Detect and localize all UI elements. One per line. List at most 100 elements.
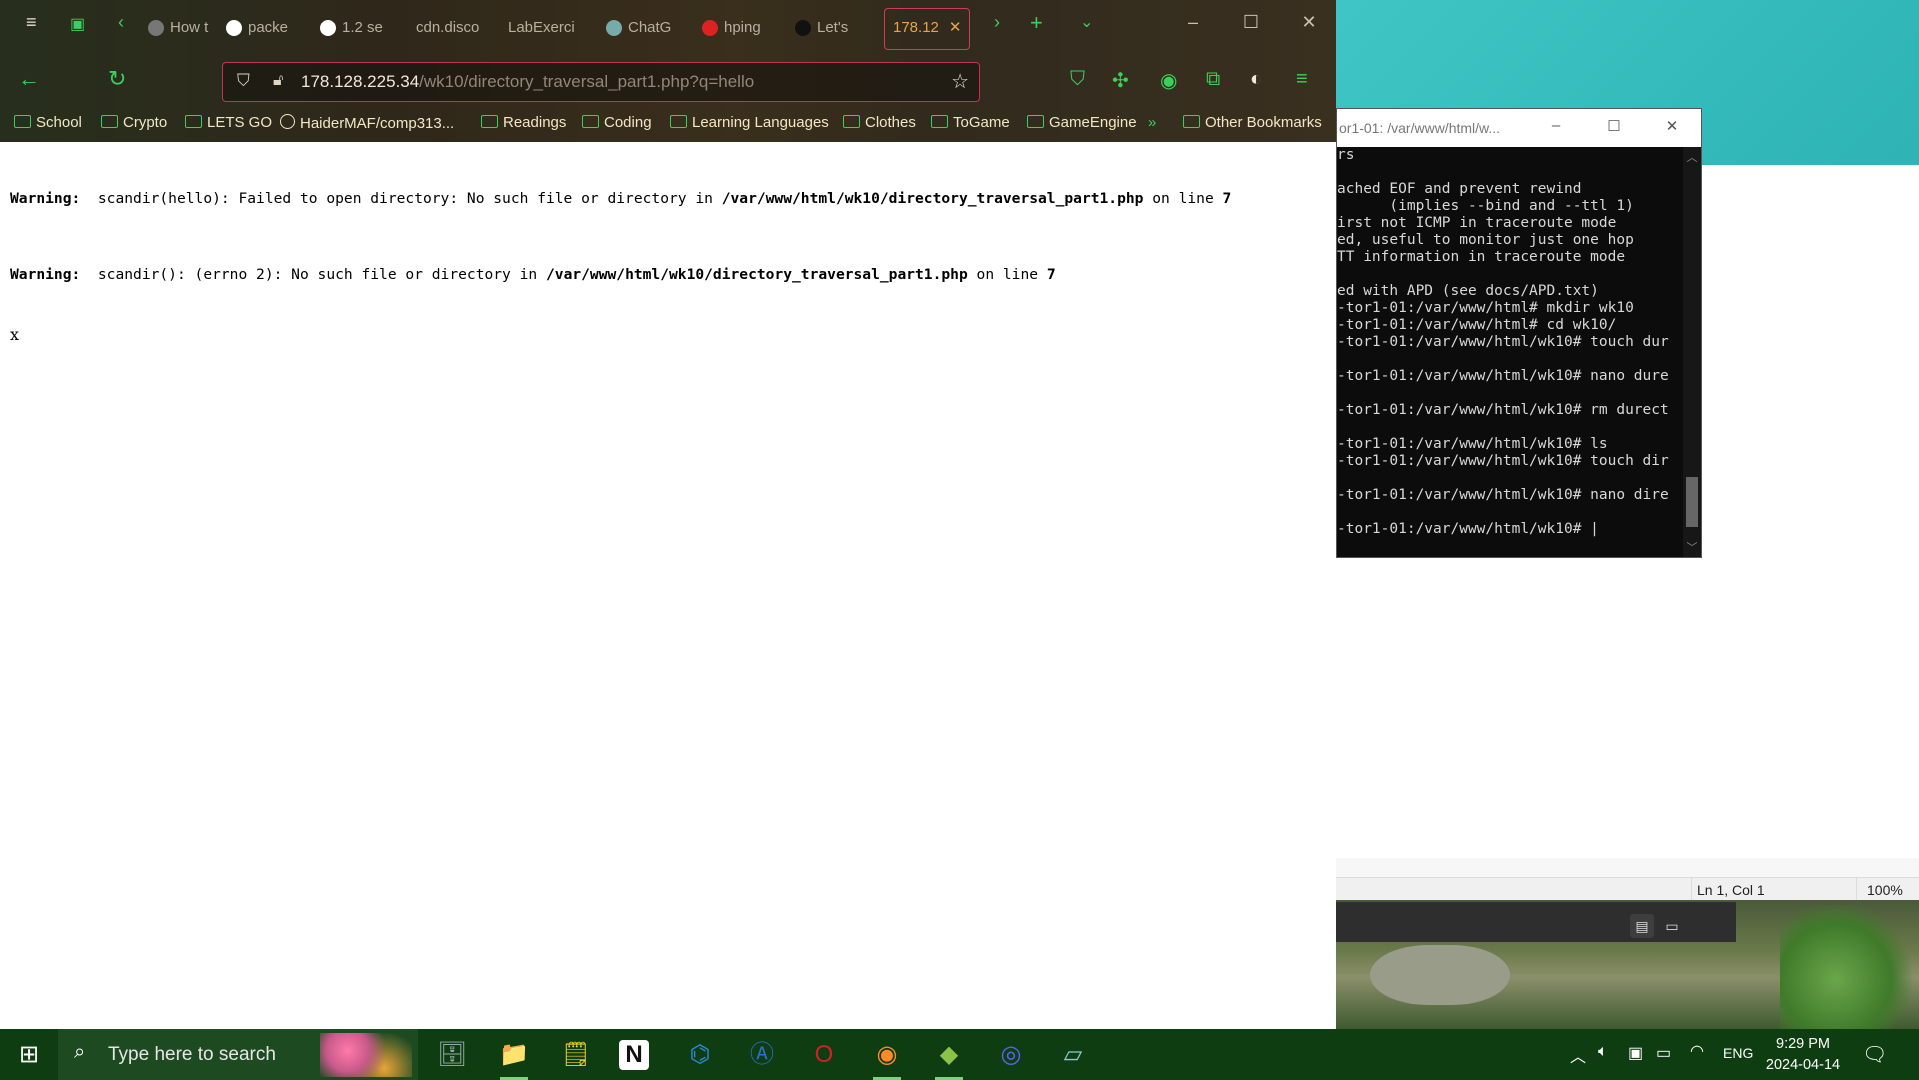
firefox-icon[interactable]: ◉ [868, 1036, 906, 1080]
tab[interactable]: 1.2 se [320, 12, 392, 44]
bookmark-item[interactable]: HaiderMAF/comp313... [280, 114, 454, 132]
extensions-icon[interactable]: ⧉ [1206, 68, 1220, 91]
taskbar: ⊞ ⌕ Type here to search 🗄 📁 🗒 N ⌬ Ⓐ O ◉ ◆ ◎ ▱ ︿ 🔈︎… [0, 1029, 1919, 1080]
terminal-line: -tor1-01:/var/www/html/wk10# | [1337, 521, 1599, 537]
tab-label: ChatG [628, 19, 672, 37]
zoom-level: 100% [1867, 882, 1903, 898]
terminal-line: irst not ICMP in traceroute mode [1337, 215, 1617, 231]
app-store-icon[interactable]: Ⓐ [743, 1036, 781, 1074]
terminal-line: -tor1-01:/var/www/html/wk10# touch dur [1337, 334, 1669, 350]
bookmark-item[interactable]: ToGame [931, 114, 1010, 131]
search-box[interactable]: ⌕ Type here to search [58, 1029, 418, 1080]
tab-scroll-right-icon[interactable]: › [994, 12, 1000, 33]
git-tool-icon[interactable]: ◆ [930, 1036, 968, 1080]
clock-date: 2024-04-14 [1765, 1057, 1841, 1073]
bookmark-item[interactable]: LETS GO [185, 114, 272, 131]
bookmark-star-icon[interactable]: ☆ [951, 69, 969, 94]
device-icon[interactable]: ▣ [1628, 1043, 1643, 1063]
bookmark-label: ToGame [953, 114, 1010, 131]
php-warning: Warning: scandir(hello): Failed to open … [10, 190, 1232, 207]
tab-close-icon[interactable]: ✕ [949, 19, 962, 36]
terminal-line: ed, useful to monitor just one hop [1337, 232, 1634, 248]
start-button[interactable]: ⊞ [0, 1029, 58, 1080]
terminal-scrollbar[interactable]: ︿ ﹀ [1683, 147, 1701, 557]
reload-icon[interactable]: ↻ [108, 66, 126, 92]
battery-icon[interactable]: ▭ [1656, 1043, 1671, 1063]
shield-icon[interactable]: ⛉ [237, 71, 250, 91]
bookmark-item[interactable]: School [14, 114, 82, 131]
terminal-window[interactable]: or1-01: /var/www/html/w... – ☐ ✕ rs ache… [1336, 108, 1702, 558]
tab-list-icon[interactable]: ⌄ [1080, 12, 1093, 32]
terminal-line: TT information in traceroute mode [1337, 249, 1626, 265]
tray-expand-icon[interactable]: ︿ [1570, 1043, 1586, 1067]
bookmark-item[interactable]: Readings [481, 114, 566, 131]
notepad-horizontal-scrollbar[interactable] [1336, 858, 1919, 878]
terminal-line: -tor1-01:/var/www/html/wk10# ls [1337, 436, 1608, 452]
notion-icon[interactable]: N [619, 1040, 649, 1070]
sticky-notes-icon[interactable]: 🗒 [557, 1036, 595, 1074]
database-app-icon[interactable]: 🗄 [433, 1036, 471, 1074]
scroll-thumb[interactable] [1686, 477, 1698, 527]
bookmark-item[interactable]: Clothes [843, 114, 916, 131]
address-bar[interactable]: ⛉ 🔓︎ 178.128.225.34/wk10/directory_trave… [222, 62, 980, 102]
tab[interactable]: cdn.disco [416, 12, 488, 44]
terminal-titlebar[interactable]: or1-01: /var/www/html/w... – ☐ ✕ [1337, 109, 1701, 147]
bookmark-label: Crypto [123, 114, 168, 131]
account-icon[interactable]: ◉ [1160, 68, 1177, 93]
pocket-icon[interactable]: ⛉ [1070, 68, 1085, 91]
other-bookmarks[interactable]: Other Bookmarks [1183, 114, 1322, 131]
window-preview-icon[interactable]: ▭ [1660, 914, 1684, 938]
file-explorer-icon[interactable]: 📁 [495, 1036, 533, 1080]
vscode-icon[interactable]: ⌬ [681, 1036, 719, 1074]
tab-strip: ≡ ▣ ‹ How t packe 1.2 se cdn.disco LabExerci… [0, 0, 1336, 56]
extension-icon[interactable]: ✣ [1112, 68, 1129, 93]
bookmark-item[interactable]: GameEngine [1027, 114, 1137, 131]
search-placeholder: Type here to search [108, 1044, 276, 1065]
folder-icon [843, 115, 860, 128]
discord-icon[interactable]: ◎ [992, 1036, 1030, 1074]
tab-label: Let's [817, 19, 849, 37]
bookmark-item[interactable]: Learning Languages [670, 114, 829, 131]
close-icon[interactable]: ✕ [1294, 12, 1324, 33]
tab-active[interactable]: 178.12 ✕ [884, 8, 971, 50]
browser-window[interactable]: ≡ ▣ ‹ How t packe 1.2 se cdn.disco LabExerci… [0, 0, 1336, 1029]
back-icon[interactable]: ← [18, 66, 40, 92]
theme-icon[interactable]: ◐ [1250, 68, 1262, 91]
minimize-icon[interactable]: – [1541, 117, 1571, 134]
wifi-icon[interactable]: ◠ [1690, 1041, 1704, 1061]
app-menu-icon[interactable]: ≡ [1296, 68, 1308, 91]
tab-scroll-left-icon[interactable]: ‹ [118, 12, 124, 33]
sidebar-icon[interactable]: ▣ [70, 14, 85, 34]
bookmark-item[interactable]: Coding [582, 114, 652, 131]
lock-icon[interactable]: 🔓︎ [273, 72, 283, 90]
panel-toggle-icon[interactable]: ▤ [1630, 914, 1654, 938]
language-indicator[interactable]: ENG [1723, 1045, 1753, 1061]
terminal-line: -tor1-01:/var/www/html/wk10# rm durect [1337, 402, 1669, 418]
clock[interactable]: 9:29 PM 2024-04-14 [1760, 1034, 1846, 1076]
tab[interactable]: ChatG [606, 12, 678, 44]
minimize-icon[interactable]: – [1178, 12, 1208, 33]
maximize-icon[interactable]: ☐ [1236, 12, 1266, 33]
tab[interactable]: How t [148, 12, 220, 44]
bookmarks-bar: School Crypto LETS GO HaiderMAF/comp313... R… [0, 110, 1336, 138]
more-bookmarks-icon[interactable]: » [1148, 114, 1156, 131]
scroll-up-icon[interactable]: ︿ [1683, 149, 1701, 165]
close-icon[interactable]: ✕ [1657, 117, 1687, 135]
new-tab-icon[interactable]: + [1030, 10, 1043, 36]
maximize-icon[interactable]: ☐ [1599, 117, 1629, 135]
notepad-icon[interactable]: ▱ [1054, 1036, 1092, 1074]
url-text[interactable]: 178.128.225.34/wk10/directory_traversal_… [301, 72, 754, 92]
menu-icon[interactable]: ≡ [26, 12, 37, 33]
volume-icon[interactable]: 🔈︎ [1598, 1043, 1608, 1061]
tab[interactable]: packe [226, 12, 298, 44]
terminal-line: ed with APD (see docs/APD.txt) [1337, 283, 1599, 299]
opera-icon[interactable]: O [805, 1036, 843, 1074]
notification-icon[interactable]: 🗨︎ [1862, 1042, 1887, 1067]
bookmark-item[interactable]: Crypto [101, 114, 167, 131]
tab[interactable]: hping [702, 12, 774, 44]
scroll-down-icon[interactable]: ﹀ [1683, 539, 1701, 555]
tab[interactable]: LabExerci [508, 12, 580, 44]
terminal-output[interactable]: rs ached EOF and prevent rewind (implies… [1337, 147, 1682, 557]
tab[interactable]: Let's [795, 12, 867, 44]
